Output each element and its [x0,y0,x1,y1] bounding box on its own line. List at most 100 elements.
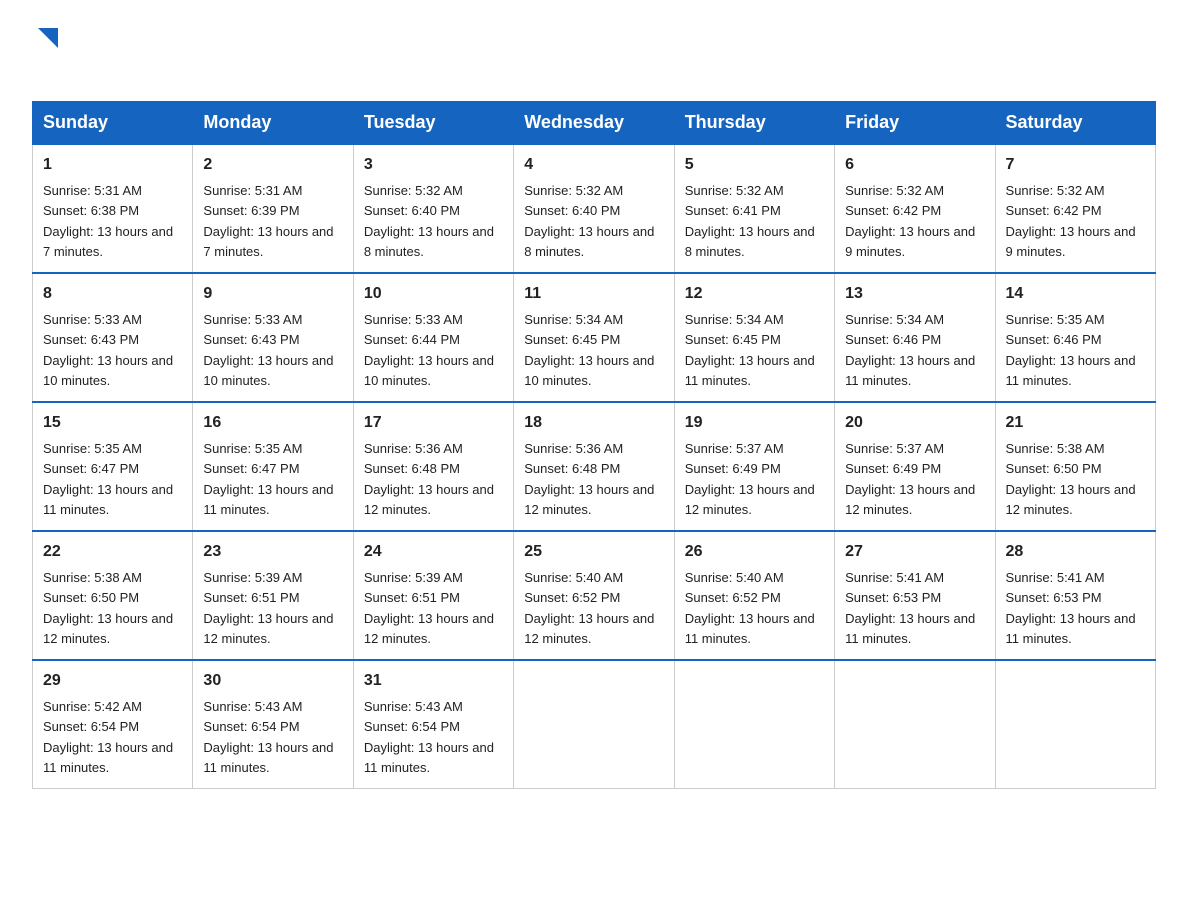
day-info: Sunrise: 5:41 AMSunset: 6:53 PMDaylight:… [1006,570,1136,646]
day-number: 17 [364,411,503,435]
calendar-cell: 27 Sunrise: 5:41 AMSunset: 6:53 PMDayligh… [835,531,995,660]
day-number: 28 [1006,540,1145,564]
calendar-cell: 31 Sunrise: 5:43 AMSunset: 6:54 PMDayligh… [353,660,513,789]
calendar-cell: 8Sunrise: 5:33 AMSunset: 6:43 PMDaylight… [33,273,193,402]
day-info: Sunrise: 5:32 AMSunset: 6:42 PMDaylight:… [1006,183,1136,259]
day-info: Sunrise: 5:31 AMSunset: 6:38 PMDaylight:… [43,183,173,259]
day-info: Sunrise: 5:37 AMSunset: 6:49 PMDaylight:… [845,441,975,517]
day-info: Sunrise: 5:39 AMSunset: 6:51 PMDaylight:… [364,570,494,646]
calendar-cell: 20 Sunrise: 5:37 AMSunset: 6:49 PMDayligh… [835,402,995,531]
calendar-cell: 15Sunrise: 5:35 AMSunset: 6:47 PMDayligh… [33,402,193,531]
day-number: 6 [845,153,984,177]
calendar-cell: 16Sunrise: 5:35 AMSunset: 6:47 PMDayligh… [193,402,353,531]
day-number: 31 [364,669,503,693]
day-info: Sunrise: 5:40 AMSunset: 6:52 PMDaylight:… [524,570,654,646]
calendar-cell: 1 Sunrise: 5:31 AMSunset: 6:38 PMDaylight… [33,144,193,273]
calendar-cell: 5Sunrise: 5:32 AMSunset: 6:41 PMDaylight… [674,144,834,273]
day-info: Sunrise: 5:34 AMSunset: 6:45 PMDaylight:… [524,312,654,388]
day-info: Sunrise: 5:33 AMSunset: 6:43 PMDaylight:… [203,312,333,388]
day-info: Sunrise: 5:31 AMSunset: 6:39 PMDaylight:… [203,183,333,259]
calendar-week-row: 1 Sunrise: 5:31 AMSunset: 6:38 PMDaylight… [33,144,1156,273]
day-header-sunday: Sunday [33,102,193,145]
calendar-cell [835,660,995,789]
day-info: Sunrise: 5:33 AMSunset: 6:44 PMDaylight:… [364,312,494,388]
calendar-cell: 29 Sunrise: 5:42 AMSunset: 6:54 PMDayligh… [33,660,193,789]
day-number: 18 [524,411,663,435]
day-info: Sunrise: 5:32 AMSunset: 6:42 PMDaylight:… [845,183,975,259]
day-number: 12 [685,282,824,306]
calendar-cell: 26 Sunrise: 5:40 AMSunset: 6:52 PMDayligh… [674,531,834,660]
calendar-table: SundayMondayTuesdayWednesdayThursdayFrid… [32,101,1156,789]
day-number: 25 [524,540,663,564]
calendar-cell: 3Sunrise: 5:32 AMSunset: 6:40 PMDaylight… [353,144,513,273]
calendar-cell: 10 Sunrise: 5:33 AMSunset: 6:44 PMDayligh… [353,273,513,402]
day-number: 5 [685,153,824,177]
day-number: 27 [845,540,984,564]
day-info: Sunrise: 5:35 AMSunset: 6:47 PMDaylight:… [43,441,173,517]
page-header [32,24,1156,83]
day-info: Sunrise: 5:43 AMSunset: 6:54 PMDaylight:… [364,699,494,775]
calendar-cell [674,660,834,789]
calendar-week-row: 22Sunrise: 5:38 AMSunset: 6:50 PMDayligh… [33,531,1156,660]
calendar-cell: 4 Sunrise: 5:32 AMSunset: 6:40 PMDaylight… [514,144,674,273]
calendar-cell: 9 Sunrise: 5:33 AMSunset: 6:43 PMDaylight… [193,273,353,402]
day-info: Sunrise: 5:32 AMSunset: 6:40 PMDaylight:… [524,183,654,259]
day-number: 30 [203,669,342,693]
calendar-cell [514,660,674,789]
day-number: 19 [685,411,824,435]
day-number: 11 [524,282,663,306]
day-info: Sunrise: 5:42 AMSunset: 6:54 PMDaylight:… [43,699,173,775]
calendar-cell: 18 Sunrise: 5:36 AMSunset: 6:48 PMDayligh… [514,402,674,531]
day-number: 4 [524,153,663,177]
day-header-friday: Friday [835,102,995,145]
day-header-thursday: Thursday [674,102,834,145]
calendar-cell: 12Sunrise: 5:34 AMSunset: 6:45 PMDayligh… [674,273,834,402]
logo [32,24,62,83]
calendar-week-row: 15Sunrise: 5:35 AMSunset: 6:47 PMDayligh… [33,402,1156,531]
calendar-cell: 7 Sunrise: 5:32 AMSunset: 6:42 PMDaylight… [995,144,1155,273]
calendar-week-row: 8Sunrise: 5:33 AMSunset: 6:43 PMDaylight… [33,273,1156,402]
day-info: Sunrise: 5:36 AMSunset: 6:48 PMDaylight:… [364,441,494,517]
day-number: 16 [203,411,342,435]
calendar-body: 1 Sunrise: 5:31 AMSunset: 6:38 PMDaylight… [33,144,1156,789]
day-number: 10 [364,282,503,306]
day-header-wednesday: Wednesday [514,102,674,145]
day-info: Sunrise: 5:40 AMSunset: 6:52 PMDaylight:… [685,570,815,646]
calendar-cell: 30 Sunrise: 5:43 AMSunset: 6:54 PMDayligh… [193,660,353,789]
logo-triangle-icon [34,24,62,52]
day-info: Sunrise: 5:43 AMSunset: 6:54 PMDaylight:… [203,699,333,775]
calendar-cell: 13 Sunrise: 5:34 AMSunset: 6:46 PMDayligh… [835,273,995,402]
day-info: Sunrise: 5:34 AMSunset: 6:46 PMDaylight:… [845,312,975,388]
day-number: 13 [845,282,984,306]
calendar-cell [995,660,1155,789]
calendar-cell: 21 Sunrise: 5:38 AMSunset: 6:50 PMDayligh… [995,402,1155,531]
day-info: Sunrise: 5:41 AMSunset: 6:53 PMDaylight:… [845,570,975,646]
day-header-monday: Monday [193,102,353,145]
day-number: 29 [43,669,182,693]
day-number: 20 [845,411,984,435]
day-number: 26 [685,540,824,564]
day-info: Sunrise: 5:35 AMSunset: 6:46 PMDaylight:… [1006,312,1136,388]
day-info: Sunrise: 5:39 AMSunset: 6:51 PMDaylight:… [203,570,333,646]
calendar-cell: 11 Sunrise: 5:34 AMSunset: 6:45 PMDayligh… [514,273,674,402]
day-number: 2 [203,153,342,177]
day-info: Sunrise: 5:32 AMSunset: 6:40 PMDaylight:… [364,183,494,259]
day-info: Sunrise: 5:38 AMSunset: 6:50 PMDaylight:… [1006,441,1136,517]
day-header-saturday: Saturday [995,102,1155,145]
day-info: Sunrise: 5:33 AMSunset: 6:43 PMDaylight:… [43,312,173,388]
calendar-cell: 17 Sunrise: 5:36 AMSunset: 6:48 PMDayligh… [353,402,513,531]
calendar-cell: 2 Sunrise: 5:31 AMSunset: 6:39 PMDaylight… [193,144,353,273]
day-number: 24 [364,540,503,564]
day-number: 22 [43,540,182,564]
calendar-cell: 14Sunrise: 5:35 AMSunset: 6:46 PMDayligh… [995,273,1155,402]
day-number: 7 [1006,153,1145,177]
day-number: 1 [43,153,182,177]
day-number: 9 [203,282,342,306]
calendar-cell: 23 Sunrise: 5:39 AMSunset: 6:51 PMDayligh… [193,531,353,660]
day-info: Sunrise: 5:36 AMSunset: 6:48 PMDaylight:… [524,441,654,517]
day-number: 21 [1006,411,1145,435]
calendar-cell: 19Sunrise: 5:37 AMSunset: 6:49 PMDayligh… [674,402,834,531]
day-headers-row: SundayMondayTuesdayWednesdayThursdayFrid… [33,102,1156,145]
day-number: 23 [203,540,342,564]
calendar-cell: 25 Sunrise: 5:40 AMSunset: 6:52 PMDayligh… [514,531,674,660]
